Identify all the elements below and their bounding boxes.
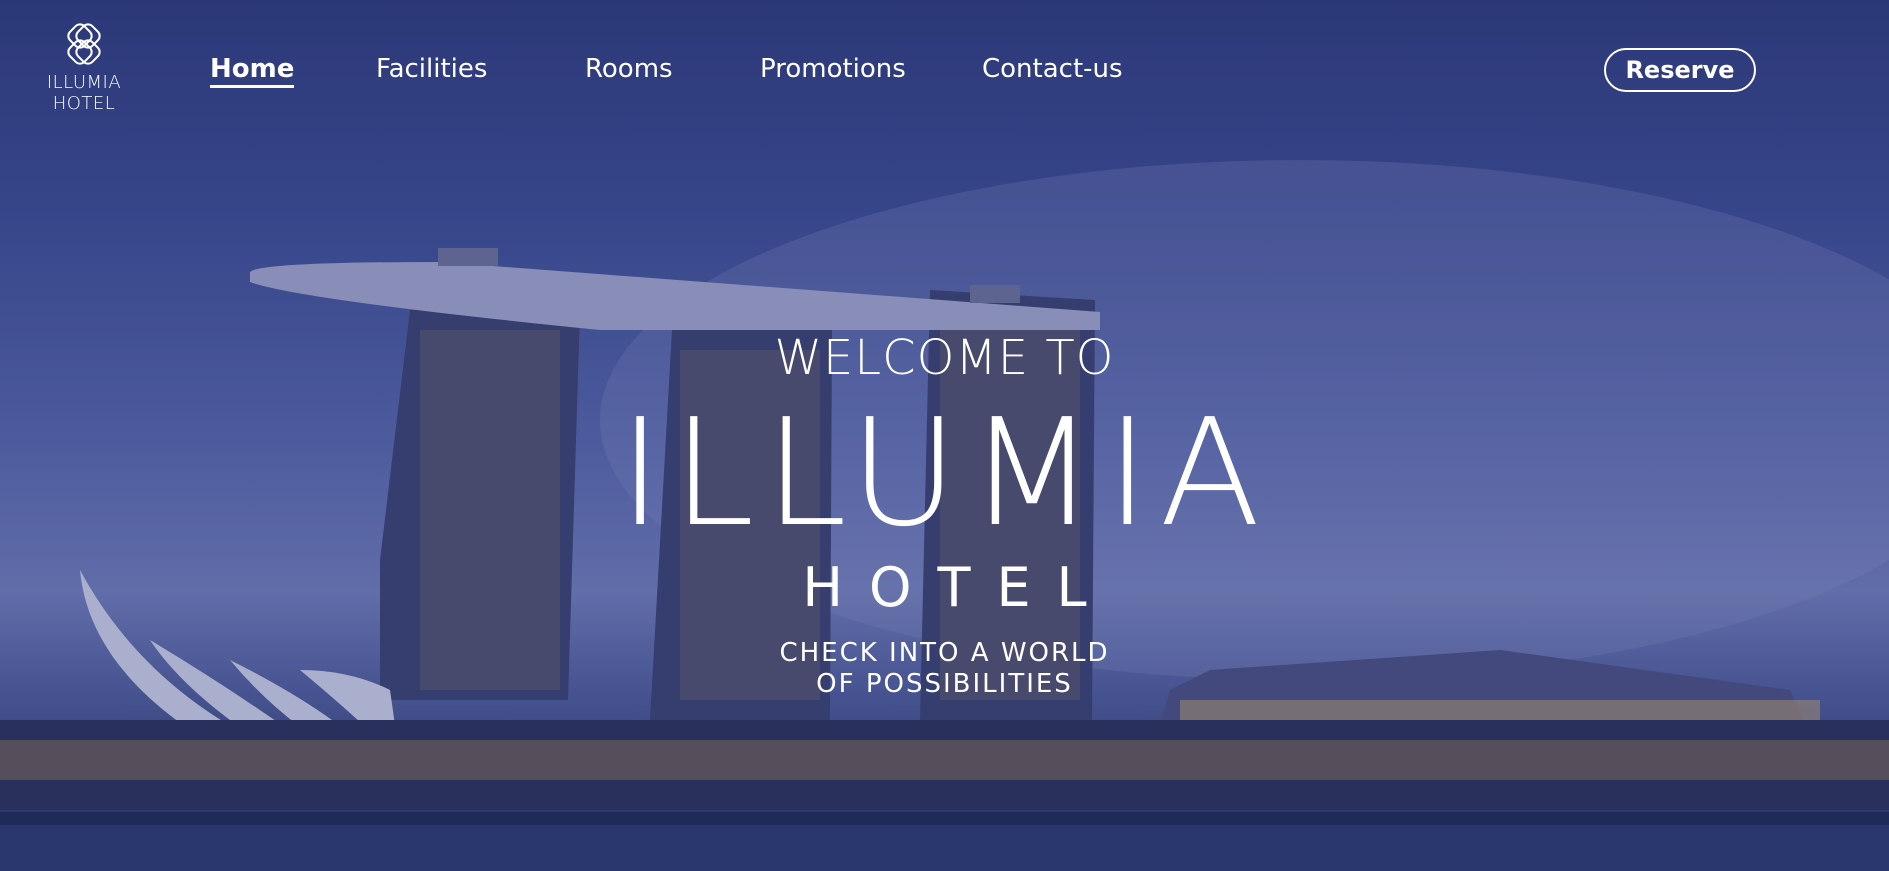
tagline-line-2: OF POSSIBILITIES <box>816 669 1073 699</box>
hotel-logo[interactable]: ILLUMIA HOTEL <box>24 22 144 114</box>
logo-text: ILLUMIA HOTEL <box>46 72 122 114</box>
nav-rooms[interactable]: Rooms <box>585 54 673 84</box>
nav-home[interactable]: Home <box>210 54 295 88</box>
hero-tagline: CHECK INTO A WORLD OF POSSIBILITIES <box>0 638 1889 700</box>
hero-title: ILLUMIA <box>618 387 1271 559</box>
tagline-line-1: CHECK INTO A WORLD <box>779 638 1110 668</box>
welcome-text: WELCOME TO <box>774 330 1115 386</box>
hero-subtitle: HOTEL <box>802 556 1113 619</box>
nav-contact-us[interactable]: Contact-us <box>982 54 1123 84</box>
nav-facilities[interactable]: Facilities <box>376 54 487 84</box>
reserve-button[interactable]: Reserve <box>1604 48 1756 92</box>
hero-banner: ILLUMIA HOTEL Home Facilities Rooms Prom… <box>0 0 1889 871</box>
main-navigation: ILLUMIA HOTEL Home Facilities Rooms Prom… <box>0 0 1889 140</box>
nav-promotions[interactable]: Promotions <box>760 54 906 84</box>
interlocking-ring-logo-icon <box>67 23 101 65</box>
